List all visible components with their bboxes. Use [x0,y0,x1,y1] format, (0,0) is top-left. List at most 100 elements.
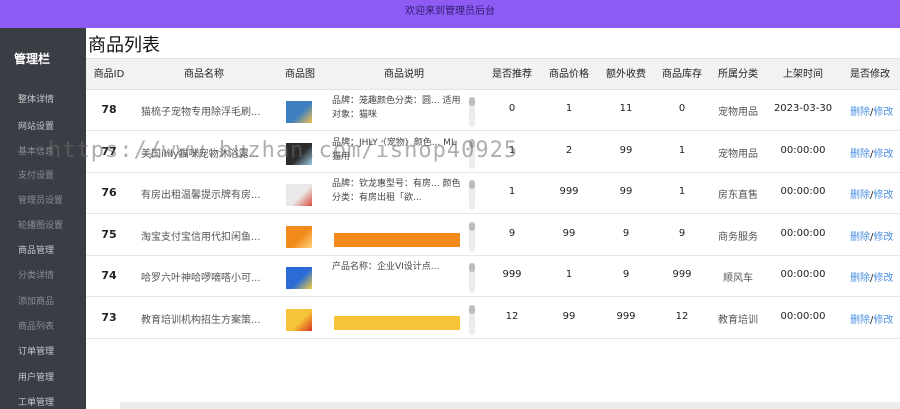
price-value: 1 [565,269,573,280]
row-actions: 删除/修改 [850,228,893,243]
sidebar-brand: 管理栏 [14,52,51,66]
scrollbar-thumb[interactable] [469,97,475,106]
description-scrollbar[interactable] [469,263,475,293]
product-description: 品牌：钦龙惠型号：有房... 颜色分类：有房出租「欲... [332,179,461,203]
product-name: 淘宝支付宝信用代扣闲鱼... [141,232,261,243]
top-banner: 欢迎来到管理员后台 [0,0,900,28]
sidebar-item[interactable]: 网站设置 [18,119,54,132]
column-header: 商品名称 [184,69,224,80]
recommend-value: 999 [502,269,522,280]
price-value: 2 [565,145,573,156]
product-thumbnail [286,309,312,331]
sidebar-item[interactable]: 基本信息 [18,144,54,157]
sidebar-item[interactable]: 商品列表 [18,319,54,332]
sidebar-item[interactable]: 添加商品 [18,294,54,307]
product-id: 77 [101,145,117,158]
table-row: 75 淘宝支付宝信用代扣闲鱼... 9 99 9 9 商务服务 00:00:00 删除/修改 [86,215,900,256]
edit-link[interactable]: 修改 [873,232,893,243]
category-value: 宠物用品 [718,149,758,160]
listing-time: 00:00:00 [780,269,826,280]
recommend-value: 1 [508,145,516,156]
category-value: 顺风车 [723,273,753,284]
table-header: 商品ID 商品名称 商品图 商品说明 是否推荐 商品价格 额外收费 商品库存 所属分类 上架时间是… [86,58,900,90]
horizontal-scrollbar[interactable] [120,402,900,409]
product-name: 有房出租温馨提示牌有房... [141,190,261,201]
description-scrollbar[interactable] [469,180,475,210]
column-header: 是否修改 [850,69,890,80]
scrollbar-thumb[interactable] [469,222,475,231]
scrollbar-thumb[interactable] [469,139,475,148]
scrollbar-thumb[interactable] [469,180,475,189]
recommend-value: 9 [508,228,516,239]
edit-link[interactable]: 修改 [873,273,893,284]
scrollbar-thumb[interactable] [469,263,475,272]
extra-fee-value: 99 [619,145,633,156]
description-scrollbar[interactable] [469,305,475,335]
category-value: 房东直售 [718,190,758,201]
sidebar-item[interactable]: 管理员设置 [18,193,63,206]
table-row: 74 哈罗六叶神哈啰嘀嗒小可... 产品名称：企业VI设计点... 999 1 9 999 顺… [86,256,900,297]
description-image [334,233,460,247]
product-name: 猫梳子宠物专用除浮毛刷... [141,107,261,118]
category-value: 教育培训 [718,315,758,326]
delete-link[interactable]: 删除 [850,107,870,118]
row-actions: 删除/修改 [850,186,893,201]
description-scrollbar[interactable] [469,222,475,252]
column-header: 商品说明 [384,69,424,80]
recommend-value: 12 [505,311,519,322]
product-thumbnail [286,226,312,248]
edit-link[interactable]: 修改 [873,149,893,160]
extra-fee-value: 9 [622,228,630,239]
welcome-text: 欢迎来到管理员后台 [405,6,495,17]
sidebar-item[interactable]: 用户管理 [18,370,54,383]
product-thumbnail [286,101,312,123]
sidebar-item[interactable]: 整体详情 [18,92,54,105]
edit-link[interactable]: 修改 [873,315,893,326]
description-scrollbar[interactable] [469,139,475,169]
table-row: 78 猫梳子宠物专用除浮毛刷... 品牌：笼趣颜色分类：圆... 适用对象：猫咪 0 1… [86,90,900,131]
product-description: 产品名称：企业VI设计点... [332,262,440,272]
table-row: 76 有房出租温馨提示牌有房... 品牌：钦龙惠型号：有房... 颜色分类：有房出租… [86,173,900,214]
product-name: 美国ihly猫咪宠物沐浴露... [141,149,259,160]
delete-link[interactable]: 删除 [850,273,870,284]
delete-link[interactable]: 删除 [850,190,870,201]
product-description: 品牌：JHLY（宠物）颜色... ML 猫用 [332,138,456,162]
extra-fee-value: 9 [622,269,630,280]
price-value: 99 [562,311,576,322]
price-value: 999 [559,186,579,197]
sidebar-item[interactable]: 轮播图设置 [18,218,63,231]
product-id: 76 [101,186,117,199]
category-value: 商务服务 [718,232,758,243]
product-id: 74 [101,269,117,282]
listing-time: 00:00:00 [780,311,826,322]
delete-link[interactable]: 删除 [850,149,870,160]
sidebar-item[interactable]: 分类详情 [18,268,54,281]
product-thumbnail [286,143,312,165]
scrollbar-thumb[interactable] [469,305,475,314]
column-header: 商品ID [93,69,125,80]
listing-time: 00:00:00 [780,145,826,156]
price-value: 99 [562,228,576,239]
product-id: 75 [101,228,117,241]
sidebar-item[interactable]: 商品管理 [18,243,54,256]
delete-link[interactable]: 删除 [850,315,870,326]
row-actions: 删除/修改 [850,311,893,326]
listing-time: 00:00:00 [780,228,826,239]
column-header: 商品图 [285,69,315,80]
product-name: 教育培训机构招生方案策... [141,315,261,326]
row-actions: 删除/修改 [850,145,893,160]
delete-link[interactable]: 删除 [850,232,870,243]
sidebar-item[interactable]: 工单管理 [18,395,54,408]
table-row: 77 美国ihly猫咪宠物沐浴露... 品牌：JHLY（宠物）颜色... ML 猫用… [86,132,900,173]
row-actions: 删除/修改 [850,269,893,284]
edit-link[interactable]: 修改 [873,107,893,118]
product-description: 品牌：笼趣颜色分类：圆... 适用对象：猫咪 [332,96,461,120]
edit-link[interactable]: 修改 [873,190,893,201]
recommend-value: 1 [508,186,516,197]
sidebar-item[interactable]: 订单管理 [18,344,54,357]
extra-fee-value: 11 [619,103,633,114]
description-scrollbar[interactable] [469,97,475,127]
sidebar-item[interactable]: 支付设置 [18,168,54,181]
listing-time: 2023-03-30 [773,103,833,114]
recommend-value: 0 [508,103,516,114]
